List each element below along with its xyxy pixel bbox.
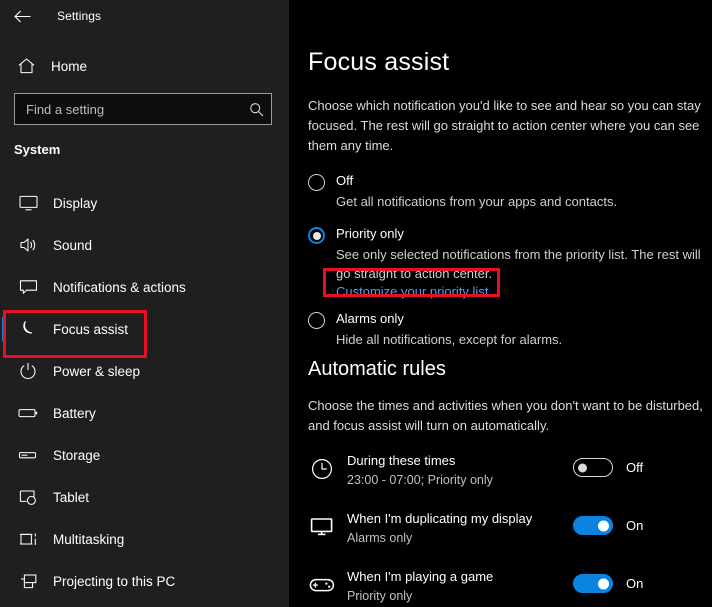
rule-text: When I'm duplicating my display Alarms o…	[347, 510, 532, 547]
tablet-icon	[6, 489, 50, 506]
speaker-icon	[6, 237, 50, 253]
rule-text: When I'm playing a game Priority only	[347, 568, 493, 605]
rule-text: During these times 23:00 - 07:00; Priori…	[347, 452, 493, 489]
automatic-rules-list: During these times 23:00 - 07:00; Priori…	[308, 446, 712, 607]
sidebar-item-storage[interactable]: Storage	[0, 434, 289, 476]
radio-mark[interactable]	[308, 227, 325, 244]
radio-description: See only selected notifications from the…	[336, 247, 701, 281]
radio-label: Alarms only	[336, 311, 404, 326]
customize-priority-list-link[interactable]: Customize your priority list	[336, 284, 488, 299]
monitor-icon	[6, 195, 50, 211]
radio-mark[interactable]	[308, 174, 325, 191]
rule-title: When I'm duplicating my display	[347, 511, 533, 526]
multitasking-icon	[6, 531, 50, 548]
clock-icon	[308, 455, 336, 483]
sidebar-item-label: Focus assist	[53, 321, 129, 337]
monitor-icon	[308, 513, 336, 541]
toggle-knob	[578, 463, 587, 472]
sidebar-item-label: Display	[53, 195, 98, 211]
search-box[interactable]	[14, 93, 272, 125]
window-title: Settings	[57, 9, 102, 23]
radio-description: Hide all notifications, except for alarm…	[336, 332, 563, 347]
radio-description: Get all notifications from your apps and…	[336, 194, 618, 209]
page-title: Focus assist	[308, 48, 450, 76]
rule-subtitle: Priority only	[347, 589, 413, 603]
projecting-icon	[6, 573, 50, 590]
sidebar-item-focus-assist[interactable]: Focus assist	[0, 308, 289, 350]
gamepad-icon	[308, 571, 336, 599]
search-icon[interactable]	[241, 102, 271, 117]
rule-duplicating-display[interactable]: When I'm duplicating my display Alarms o…	[308, 504, 712, 562]
sidebar-item-notifications-actions[interactable]: Notifications & actions	[0, 266, 289, 308]
sidebar-item-battery[interactable]: Battery	[0, 392, 289, 434]
settings-window: Settings Home System	[0, 0, 712, 607]
radio-option-off[interactable]: Off Get all notifications from your apps…	[308, 172, 712, 211]
toggle-knob	[598, 520, 609, 531]
rule-toggle-wrap: Off	[573, 458, 643, 477]
sidebar-item-label: Multitasking	[53, 531, 125, 547]
sidebar-item-label: Power & sleep	[53, 363, 141, 379]
chat-bubble-icon	[6, 279, 50, 295]
sidebar-item-label: Storage	[53, 447, 101, 463]
focus-mode-radio-group: Off Get all notifications from your apps…	[308, 172, 712, 354]
rule-subtitle: 23:00 - 07:00; Priority only	[347, 473, 493, 487]
sidebar-nav: Display Sound Notifications & actions Fo…	[0, 182, 289, 602]
sidebar-item-power-sleep[interactable]: Power & sleep	[0, 350, 289, 392]
sidebar-item-label: Battery	[53, 405, 96, 421]
title-bar: Settings	[0, 0, 289, 32]
sidebar-item-label: Projecting to this PC	[53, 573, 176, 589]
sidebar-item-label: Sound	[53, 237, 93, 253]
storage-icon	[6, 448, 50, 462]
rule-playing-a-game[interactable]: When I'm playing a game Priority only On	[308, 562, 712, 607]
radio-option-alarms-only[interactable]: Alarms only Hide all notifications, exce…	[308, 310, 712, 349]
sidebar-item-home[interactable]: Home	[0, 52, 289, 80]
sidebar-item-sound[interactable]: Sound	[0, 224, 289, 266]
radio-label: Off	[336, 173, 354, 188]
moon-icon	[6, 320, 50, 338]
rule-during-these-times[interactable]: During these times 23:00 - 07:00; Priori…	[308, 446, 712, 504]
toggle-switch[interactable]	[573, 516, 613, 535]
radio-mark[interactable]	[308, 312, 325, 329]
rule-toggle-wrap: On	[573, 516, 643, 535]
rule-toggle-wrap: On	[573, 574, 643, 593]
rule-title: During these times	[347, 453, 456, 468]
sidebar-item-display[interactable]: Display	[0, 182, 289, 224]
page-description: Choose which notification you'd like to …	[308, 98, 701, 153]
sidebar-item-multitasking[interactable]: Multitasking	[0, 518, 289, 560]
sidebar-item-label: Tablet	[53, 489, 90, 505]
toggle-state-label: On	[626, 518, 644, 533]
back-arrow-icon	[13, 10, 30, 22]
automatic-rules-description: Choose the times and activities when you…	[308, 398, 703, 433]
power-icon	[6, 362, 50, 380]
toggle-state-label: Off	[626, 460, 644, 475]
battery-icon	[6, 406, 50, 420]
sidebar-item-label: Notifications & actions	[53, 279, 186, 295]
home-icon	[6, 58, 46, 74]
toggle-knob	[598, 578, 609, 589]
search-input[interactable]	[15, 101, 241, 117]
main-content: Focus assist Choose which notification y…	[289, 0, 712, 607]
toggle-state-label: On	[626, 576, 644, 591]
sidebar: Settings Home System	[0, 0, 289, 607]
back-button[interactable]	[0, 1, 44, 31]
radio-option-priority-only[interactable]: Priority only See only selected notifica…	[308, 225, 712, 301]
automatic-rules-title: Automatic rules	[308, 358, 446, 380]
rule-title: When I'm playing a game	[347, 569, 494, 584]
sidebar-group-header: System	[14, 142, 61, 157]
radio-label: Priority only	[336, 226, 404, 241]
toggle-switch[interactable]	[573, 574, 613, 593]
rule-subtitle: Alarms only	[347, 531, 413, 545]
toggle-switch[interactable]	[573, 458, 613, 477]
sidebar-item-projecting-to-this-pc[interactable]: Projecting to this PC	[0, 560, 289, 602]
sidebar-item-tablet[interactable]: Tablet	[0, 476, 289, 518]
home-label: Home	[51, 58, 88, 74]
